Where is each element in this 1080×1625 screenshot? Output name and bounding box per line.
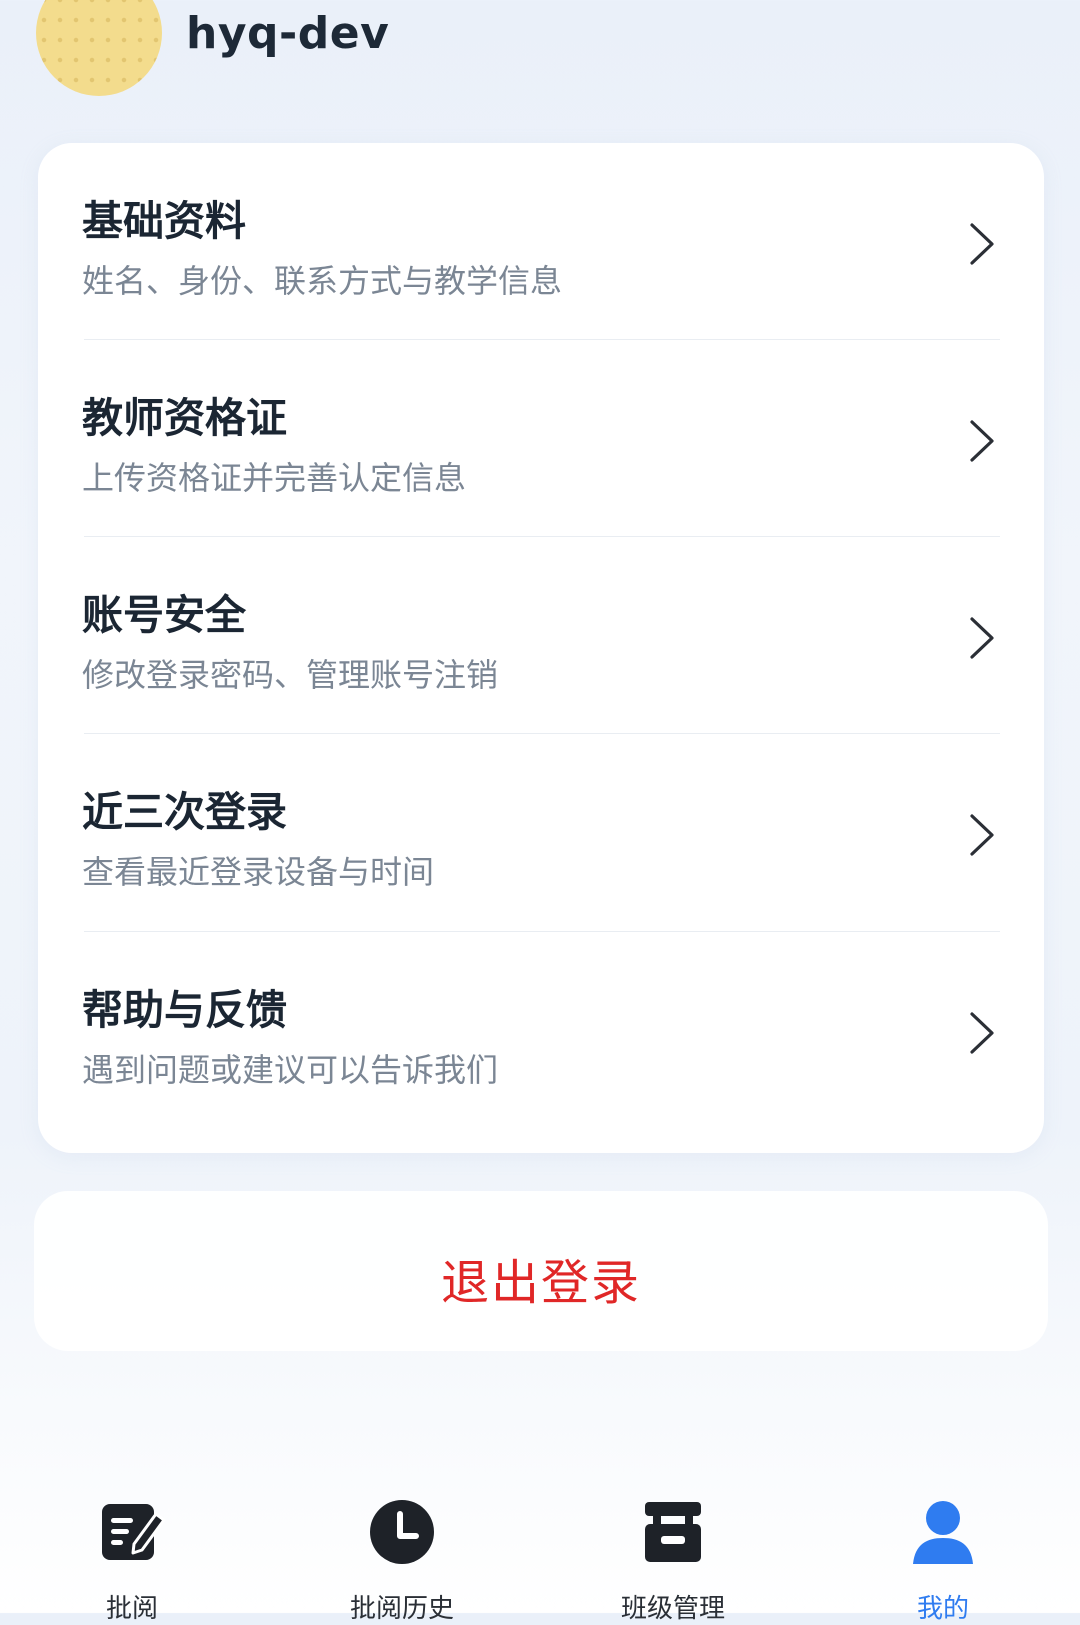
bottom-tab-bar: 批阅 批阅历史 班级管理 我的 [0, 1490, 1080, 1624]
chevron-right-icon [970, 223, 994, 265]
settings-menu-card: 基础资料 姓名、身份、联系方式与教学信息 教师资格证 上传资格证并完善认定信息 … [38, 143, 1044, 1153]
menu-item-title: 帮助与反馈 [82, 986, 287, 1034]
tab-label: 我的 [916, 1594, 969, 1624]
menu-item-help-feedback[interactable]: 帮助与反馈 遇到问题或建议可以告诉我们 [38, 932, 1044, 1134]
menu-item-recent-logins[interactable]: 近三次登录 查看最近登录设备与时间 [38, 734, 1044, 936]
menu-item-subtitle: 查看最近登录设备与时间 [82, 853, 435, 891]
edit-note-icon [102, 1504, 166, 1560]
menu-item-basic-info[interactable]: 基础资料 姓名、身份、联系方式与教学信息 [38, 143, 1044, 345]
chevron-right-icon [970, 617, 994, 659]
class-icon [645, 1502, 701, 1562]
menu-item-subtitle: 遇到问题或建议可以告诉我们 [82, 1051, 499, 1089]
tab-review[interactable]: 批阅 [32, 1490, 232, 1624]
menu-item-title: 教师资格证 [82, 394, 287, 442]
menu-item-subtitle: 姓名、身份、联系方式与教学信息 [82, 262, 563, 300]
profile-header: hyq-dev [0, 0, 1080, 140]
username: hyq-dev [186, 8, 390, 59]
menu-item-title: 基础资料 [82, 197, 246, 245]
menu-item-account-security[interactable]: 账号安全 修改登录密码、管理账号注销 [38, 537, 1044, 739]
avatar-pattern [36, 0, 162, 96]
avatar[interactable] [36, 0, 162, 96]
menu-item-subtitle: 上传资格证并完善认定信息 [82, 459, 467, 497]
menu-item-teacher-certificate[interactable]: 教师资格证 上传资格证并完善认定信息 [38, 340, 1044, 542]
tab-class-management[interactable]: 班级管理 [573, 1490, 773, 1624]
chevron-right-icon [970, 1012, 994, 1054]
menu-item-subtitle: 修改登录密码、管理账号注销 [82, 656, 499, 694]
chevron-right-icon [970, 420, 994, 462]
logout-label: 退出登录 [440, 1255, 641, 1311]
menu-item-title: 账号安全 [82, 591, 246, 639]
menu-item-title: 近三次登录 [82, 788, 287, 836]
tab-review-history[interactable]: 批阅历史 [302, 1490, 502, 1624]
tab-me[interactable]: 我的 [843, 1490, 1043, 1624]
logout-button[interactable]: 退出登录 [34, 1191, 1048, 1351]
tab-label: 批阅 [105, 1594, 158, 1624]
clock-icon [370, 1500, 434, 1564]
tab-label: 班级管理 [620, 1594, 725, 1624]
chevron-right-icon [970, 814, 994, 856]
user-icon [913, 1501, 973, 1564]
tab-label: 批阅历史 [349, 1594, 454, 1624]
